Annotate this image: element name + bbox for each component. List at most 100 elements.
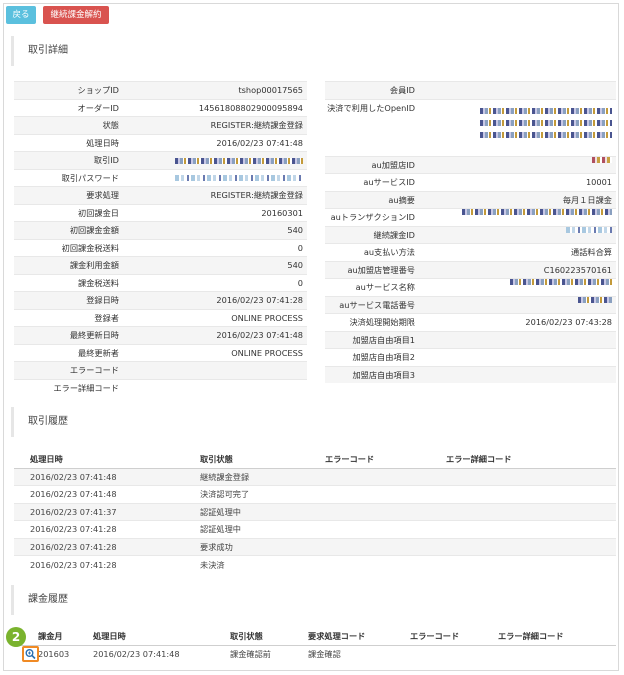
detail-label: エラー詳細コード <box>53 382 119 393</box>
detail-label: auサービス名称 <box>355 282 415 292</box>
detail-row: 要求処理 REGISTER:継続課金登録 <box>14 186 307 204</box>
detail-row: 決済処理開始期限 2016/02/23 07:43:28 <box>325 313 616 331</box>
detail-label: au加盟店ID <box>371 159 416 170</box>
masked-value <box>175 170 303 188</box>
detail-value: 540 <box>287 225 303 235</box>
detail-row: 処理日時 2016/02/23 07:41:48 <box>14 133 307 152</box>
detail-row: 決済で利用したOpenID <box>325 98 616 156</box>
detail-row: au摘要 毎月１日課金 <box>325 190 616 208</box>
masked-value-block <box>578 296 612 303</box>
detail-label: 取引パスワード <box>61 172 119 183</box>
detail-value: ONLINE PROCESS <box>231 347 303 358</box>
detail-row: au加盟店管理番号 C160223570161 <box>325 260 616 278</box>
history-cell-date: 2016/02/23 07:41:37 <box>14 502 200 521</box>
detail-row: 初回課金日 20160301 <box>14 203 307 222</box>
billing-col-error: エラーコード <box>410 627 498 646</box>
section-title-history: 取引履歴 <box>11 407 68 437</box>
detail-row: 登録者 ONLINE PROCESS <box>14 308 307 327</box>
history-cell-date: 2016/02/23 07:41:28 <box>14 520 200 538</box>
section-title-billing: 課金履歴 <box>11 585 68 615</box>
history-cell-status: 認証処理中 <box>200 502 325 521</box>
history-cell-date: 2016/02/23 07:41:48 <box>14 467 200 486</box>
detail-row: 課金税送料 0 <box>14 273 307 292</box>
history-col-error-detail: エラー詳細コード <box>446 450 616 469</box>
billing-row[interactable]: 201603 2016/02/23 07:41:48 課金確認前 課金確認 <box>14 644 616 663</box>
detail-label: 処理日時 <box>86 137 119 148</box>
masked-value-block <box>592 156 612 163</box>
detail-label: 加盟店自由項目1 <box>352 334 415 345</box>
detail-value: 2016/02/23 07:41:28 <box>216 295 303 305</box>
detail-label: ショップID <box>77 85 119 95</box>
back-button[interactable]: 戻る <box>6 6 36 24</box>
billing-cell-request-code: 課金確認 <box>308 644 410 663</box>
detail-label: 登録者 <box>94 312 119 323</box>
history-cell-error-detail <box>446 467 616 486</box>
history-cell-error <box>325 485 446 503</box>
detail-label: 要求処理 <box>86 190 119 200</box>
detail-row: au加盟店ID <box>325 155 616 173</box>
history-cell-status: 要求成功 <box>200 537 325 556</box>
billing-table: 課金月 処理日時 取引状態 要求処理コード エラーコード エラー詳細コード 20… <box>14 627 616 663</box>
detail-label: 決済処理開始期限 <box>349 317 415 327</box>
detail-value: REGISTER:継続課金登録 <box>210 120 303 130</box>
history-cell-status: 決済認可完了 <box>200 485 325 503</box>
detail-label: auサービス電話番号 <box>339 299 415 310</box>
detail-label: au支払い方法 <box>363 247 415 257</box>
history-row: 2016/02/23 07:41:28 未決済 <box>14 555 616 573</box>
history-cell-error <box>325 467 446 486</box>
history-col-date: 処理日時 <box>14 450 200 469</box>
masked-value-block <box>175 175 303 181</box>
billing-cell-date: 2016/02/23 07:41:48 <box>93 644 230 663</box>
section-title-detail: 取引詳細 <box>11 36 68 66</box>
detail-row: auトランザクションID <box>325 208 616 226</box>
masked-value <box>510 279 612 285</box>
detail-label: 登録日時 <box>86 295 119 305</box>
detail-label: 初回課金税送料 <box>61 242 119 253</box>
detail-value: 2016/02/23 07:41:48 <box>216 137 303 148</box>
detail-row: 最終更新者 ONLINE PROCESS <box>14 343 307 362</box>
magnifier-icon[interactable] <box>22 646 39 662</box>
history-cell-error <box>325 502 446 521</box>
detail-label: 状態 <box>102 120 119 130</box>
detail-value: C160223570161 <box>543 264 612 275</box>
detail-value: 0 <box>297 277 303 288</box>
history-row: 2016/02/23 07:41:37 認証処理中 <box>14 502 616 521</box>
masked-value <box>175 152 303 170</box>
detail-label: auトランザクションID <box>330 212 415 222</box>
history-cell-error-detail <box>446 520 616 538</box>
billing-col-status: 取引状態 <box>230 627 308 646</box>
cancel-subscription-button[interactable]: 継続課金解約 <box>43 6 109 24</box>
detail-row: 初回課金金額 540 <box>14 221 307 239</box>
detail-row: エラー詳細コード <box>14 378 307 397</box>
detail-value: tshop00017565 <box>238 85 303 95</box>
detail-label: auサービスID <box>363 177 415 187</box>
detail-label: 加盟店自由項目3 <box>352 369 415 380</box>
detail-label: 決済で利用したOpenID <box>327 102 415 113</box>
detail-value: 20160301 <box>261 207 303 218</box>
masked-value-block <box>480 131 612 138</box>
history-cell-error-detail <box>446 537 616 556</box>
detail-row: 登録日時 2016/02/23 07:41:28 <box>14 291 307 309</box>
detail-value: 10001 <box>585 177 612 187</box>
billing-header-row: 課金月 処理日時 取引状態 要求処理コード エラーコード エラー詳細コード <box>14 627 616 646</box>
masked-value <box>592 156 612 163</box>
detail-label: オーダーID <box>77 102 119 113</box>
masked-value-block <box>175 157 303 164</box>
step-badge: 2 <box>6 627 26 647</box>
masked-value-block <box>510 279 612 285</box>
detail-label: 会員ID <box>389 85 415 95</box>
masked-value-block <box>480 107 612 114</box>
history-cell-status: 認証処理中 <box>200 520 325 538</box>
detail-row: auサービスID 10001 <box>325 173 616 191</box>
detail-label: 課金利用金額 <box>69 260 119 270</box>
billing-cell-error <box>410 644 498 663</box>
detail-row: auサービス電話番号 <box>325 295 616 313</box>
detail-label: 課金税送料 <box>78 277 119 288</box>
detail-label: 加盟店自由項目2 <box>352 352 415 362</box>
detail-row: エラーコード <box>14 361 307 379</box>
detail-row: 初回課金税送料 0 <box>14 238 307 257</box>
detail-row: 加盟店自由項目2 <box>325 348 616 366</box>
billing-col-error-detail: エラー詳細コード <box>498 627 616 646</box>
detail-label: 初回課金日 <box>78 207 119 218</box>
detail-label: au加盟店管理番号 <box>347 264 415 275</box>
